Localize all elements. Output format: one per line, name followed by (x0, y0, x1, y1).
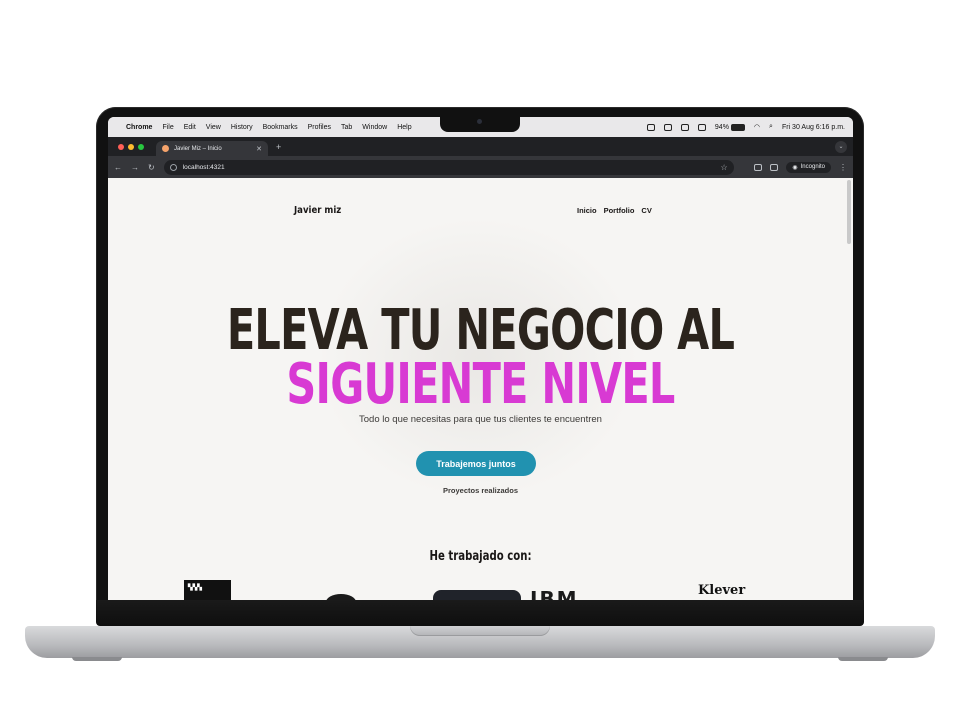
klever-logo: Klever (698, 583, 746, 598)
back-icon[interactable]: ← (114, 163, 122, 172)
page-scrollbar[interactable] (847, 180, 851, 244)
side-panel-icon[interactable] (770, 163, 779, 171)
menu-tab[interactable]: Tab (341, 124, 352, 131)
incognito-chip[interactable]: ◉ Incognito (786, 161, 831, 173)
web-page: Javier miz Inicio Portfolio CV ELEVA TU … (108, 178, 853, 601)
menu-window[interactable]: Window (362, 124, 387, 131)
window-controls (118, 143, 144, 150)
status-icon[interactable] (680, 123, 689, 131)
forward-icon[interactable]: → (131, 163, 139, 172)
hero-subtitle: Todo lo que necesitas para que tus clien… (359, 414, 602, 425)
menu-app-name[interactable]: Chrome (126, 124, 152, 131)
site-info-icon[interactable] (169, 163, 177, 171)
wifi-icon[interactable]: ◠ (754, 123, 760, 131)
hero-title-line2: SIGUIENTE NIVEL (286, 352, 675, 417)
cta-button[interactable]: Trabajemos juntos (416, 451, 536, 476)
home-depot-logo: ▚▚▚ (184, 580, 231, 601)
more-menu-icon[interactable]: ⋮ (839, 163, 847, 172)
status-menu-area: 94% ◠ ⌕ Fri 30 Aug 6:16 p.m. (646, 123, 845, 131)
browser-tab-strip: Javier Miz – Inicio ✕ + ⌄ (108, 137, 853, 156)
new-tab-button[interactable]: + (276, 142, 281, 152)
nav-link-inicio[interactable]: Inicio (577, 206, 597, 215)
menu-history[interactable]: History (231, 124, 253, 131)
status-icon[interactable] (646, 123, 655, 131)
tab-title: Javier Miz – Inicio (174, 145, 222, 152)
battery-indicator[interactable]: 94% (714, 123, 745, 131)
favicon-icon (162, 145, 169, 152)
close-window-button[interactable] (118, 143, 124, 150)
battery-icon (730, 123, 745, 131)
camera-icon (477, 119, 482, 124)
status-icon[interactable] (697, 123, 706, 131)
nav-link-portfolio[interactable]: Portfolio (604, 206, 635, 215)
hero-title-line1: ELEVA TU NEGOCIO AL (226, 298, 735, 363)
menu-view[interactable]: View (206, 124, 221, 131)
incognito-label: Incognito (800, 164, 825, 170)
url-text[interactable]: localhost:4321 (183, 164, 225, 171)
zoom-window-button[interactable] (138, 143, 144, 150)
minimize-window-button[interactable] (128, 143, 134, 150)
search-icon[interactable]: ⌕ (769, 123, 773, 131)
site-brand[interactable]: Javier miz (294, 205, 341, 216)
close-icon[interactable]: ✕ (256, 145, 262, 153)
bookmark-star-icon[interactable]: ☆ (721, 163, 728, 172)
incognito-icon: ◉ (792, 164, 798, 171)
datetime[interactable]: Fri 30 Aug 6:16 p.m. (782, 124, 845, 131)
clients-heading: He trabajado con: (429, 549, 532, 564)
nav-link-cv[interactable]: CV (641, 206, 651, 215)
status-icon[interactable] (663, 123, 672, 131)
address-bar[interactable]: localhost:4321 ☆ (163, 159, 734, 175)
laptop-hinge (96, 600, 864, 626)
battery-percent: 94% (714, 123, 729, 131)
tab-search-button[interactable]: ⌄ (835, 140, 847, 153)
browser-tab-active[interactable]: Javier Miz – Inicio ✕ (156, 141, 268, 156)
laptop-foot (838, 657, 888, 661)
menu-help[interactable]: Help (397, 124, 411, 131)
laptop-mockup: Chrome File Edit View History Bookmarks … (0, 0, 960, 720)
menu-file[interactable]: File (162, 124, 173, 131)
projects-link[interactable]: Proyectos realizados (108, 486, 853, 495)
toolbar-actions: ◉ Incognito ⋮ (754, 161, 847, 173)
reload-icon[interactable]: ↻ (148, 163, 155, 172)
laptop-opening-notch (410, 626, 550, 636)
laptop-foot (72, 657, 122, 661)
extension-icon[interactable] (754, 163, 763, 171)
ibm-logo: IBM (530, 587, 579, 601)
site-nav: Inicio Portfolio CV (577, 206, 652, 215)
menu-bookmarks[interactable]: Bookmarks (263, 124, 298, 131)
menu-profiles[interactable]: Profiles (308, 124, 331, 131)
browser-toolbar: ← → ↻ localhost:4321 ☆ ◉ Incognito ⋮ (108, 156, 853, 178)
laptop-screen: Chrome File Edit View History Bookmarks … (108, 117, 853, 601)
menu-edit[interactable]: Edit (184, 124, 196, 131)
